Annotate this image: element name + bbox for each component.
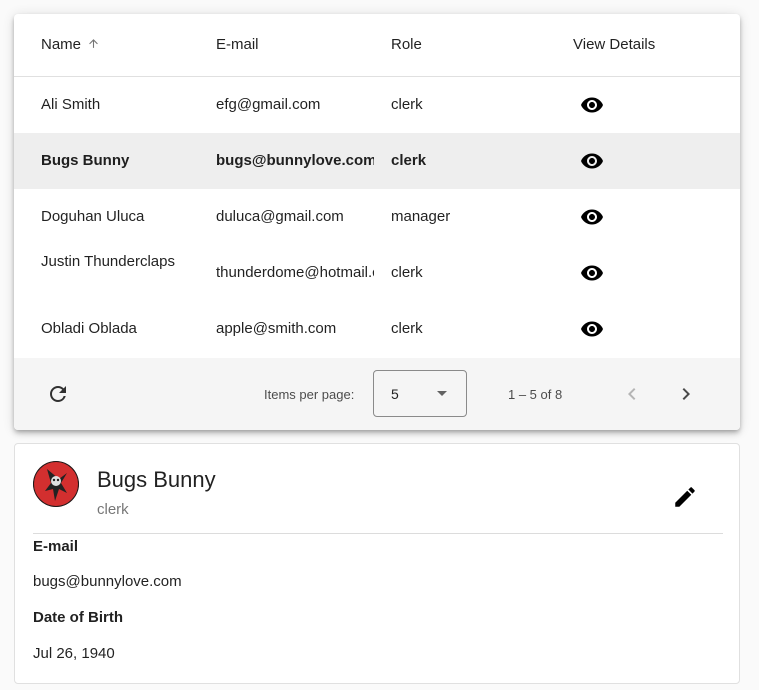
divider (33, 533, 723, 534)
user-name-cell: Doguhan Uluca (41, 208, 145, 225)
table-row[interactable]: Ali Smith efg@gmail.com clerk (14, 77, 740, 133)
user-detail-card: Bugs Bunny clerk E-mail bugs@bunnylove.c… (14, 443, 740, 684)
user-role-cell: clerk (391, 96, 423, 113)
email-value: bugs@bunnylove.com (33, 573, 182, 590)
dob-label: Date of Birth (33, 609, 123, 626)
table-row[interactable]: Justin Thunderclaps thunderdome@hotmail.… (14, 245, 740, 301)
column-header-role[interactable]: Role (391, 36, 551, 54)
user-email-cell: duluca@gmail.com (216, 208, 344, 225)
caret-down-icon (437, 391, 447, 396)
user-name-cell: Justin Thunderclaps (41, 253, 175, 270)
user-name-cell: Obladi Oblada (41, 320, 137, 337)
users-table-card: Name E-mail Role View Details Ali Smith … (14, 14, 740, 430)
profile-role: clerk (97, 501, 129, 518)
user-name-cell: Bugs Bunny (41, 152, 130, 169)
refresh-icon[interactable] (46, 382, 70, 406)
profile-name: Bugs Bunny (97, 467, 216, 492)
user-role-cell: clerk (391, 320, 423, 337)
arrow-up-icon (89, 39, 98, 48)
table-row-selected[interactable]: Bugs Bunny bugs@bunnylove.com clerk (14, 133, 740, 189)
user-email-cell: efg@gmail.com (216, 96, 321, 113)
column-header-name[interactable]: Name (41, 36, 211, 54)
page-range-label: 1 – 5 of 8 (508, 387, 563, 402)
page-size-value: 5 (391, 386, 399, 402)
email-label: E-mail (33, 538, 79, 555)
view-details-eye-icon[interactable] (579, 317, 605, 341)
dob-value: Jul 26, 1940 (33, 645, 115, 662)
user-role-cell: manager (391, 208, 451, 225)
column-header-email[interactable]: E-mail (216, 36, 374, 54)
view-details-eye-icon[interactable] (579, 93, 605, 117)
user-email-cell: bugs@bunnylove.com (216, 152, 374, 169)
user-email-cell: thunderdome@hotmail.com (216, 264, 374, 281)
table-row[interactable]: Obladi Oblada apple@smith.com clerk (14, 301, 740, 357)
table-header-row: Name E-mail Role View Details (14, 14, 740, 77)
user-role-cell: clerk (391, 152, 427, 169)
column-header-view-details: View Details (573, 36, 656, 53)
items-per-page-label: Items per page: (264, 387, 355, 402)
column-header-name-label: Name (41, 36, 82, 53)
paginator: Items per page: 5 1 – 5 of 8 (14, 358, 740, 430)
table-row[interactable]: Doguhan Uluca duluca@gmail.com manager (14, 189, 740, 245)
user-role-cell: clerk (391, 264, 423, 281)
chevron-right-icon[interactable] (674, 382, 698, 406)
view-details-eye-icon[interactable] (579, 149, 605, 173)
items-per-page-select[interactable]: 5 (373, 370, 467, 417)
avatar (33, 461, 79, 507)
chevron-left-icon[interactable] (620, 382, 644, 406)
user-email-cell: apple@smith.com (216, 320, 337, 337)
pencil-icon[interactable] (672, 484, 698, 510)
view-details-eye-icon[interactable] (579, 205, 605, 229)
view-details-eye-icon[interactable] (579, 261, 605, 285)
user-name-cell: Ali Smith (41, 96, 101, 113)
